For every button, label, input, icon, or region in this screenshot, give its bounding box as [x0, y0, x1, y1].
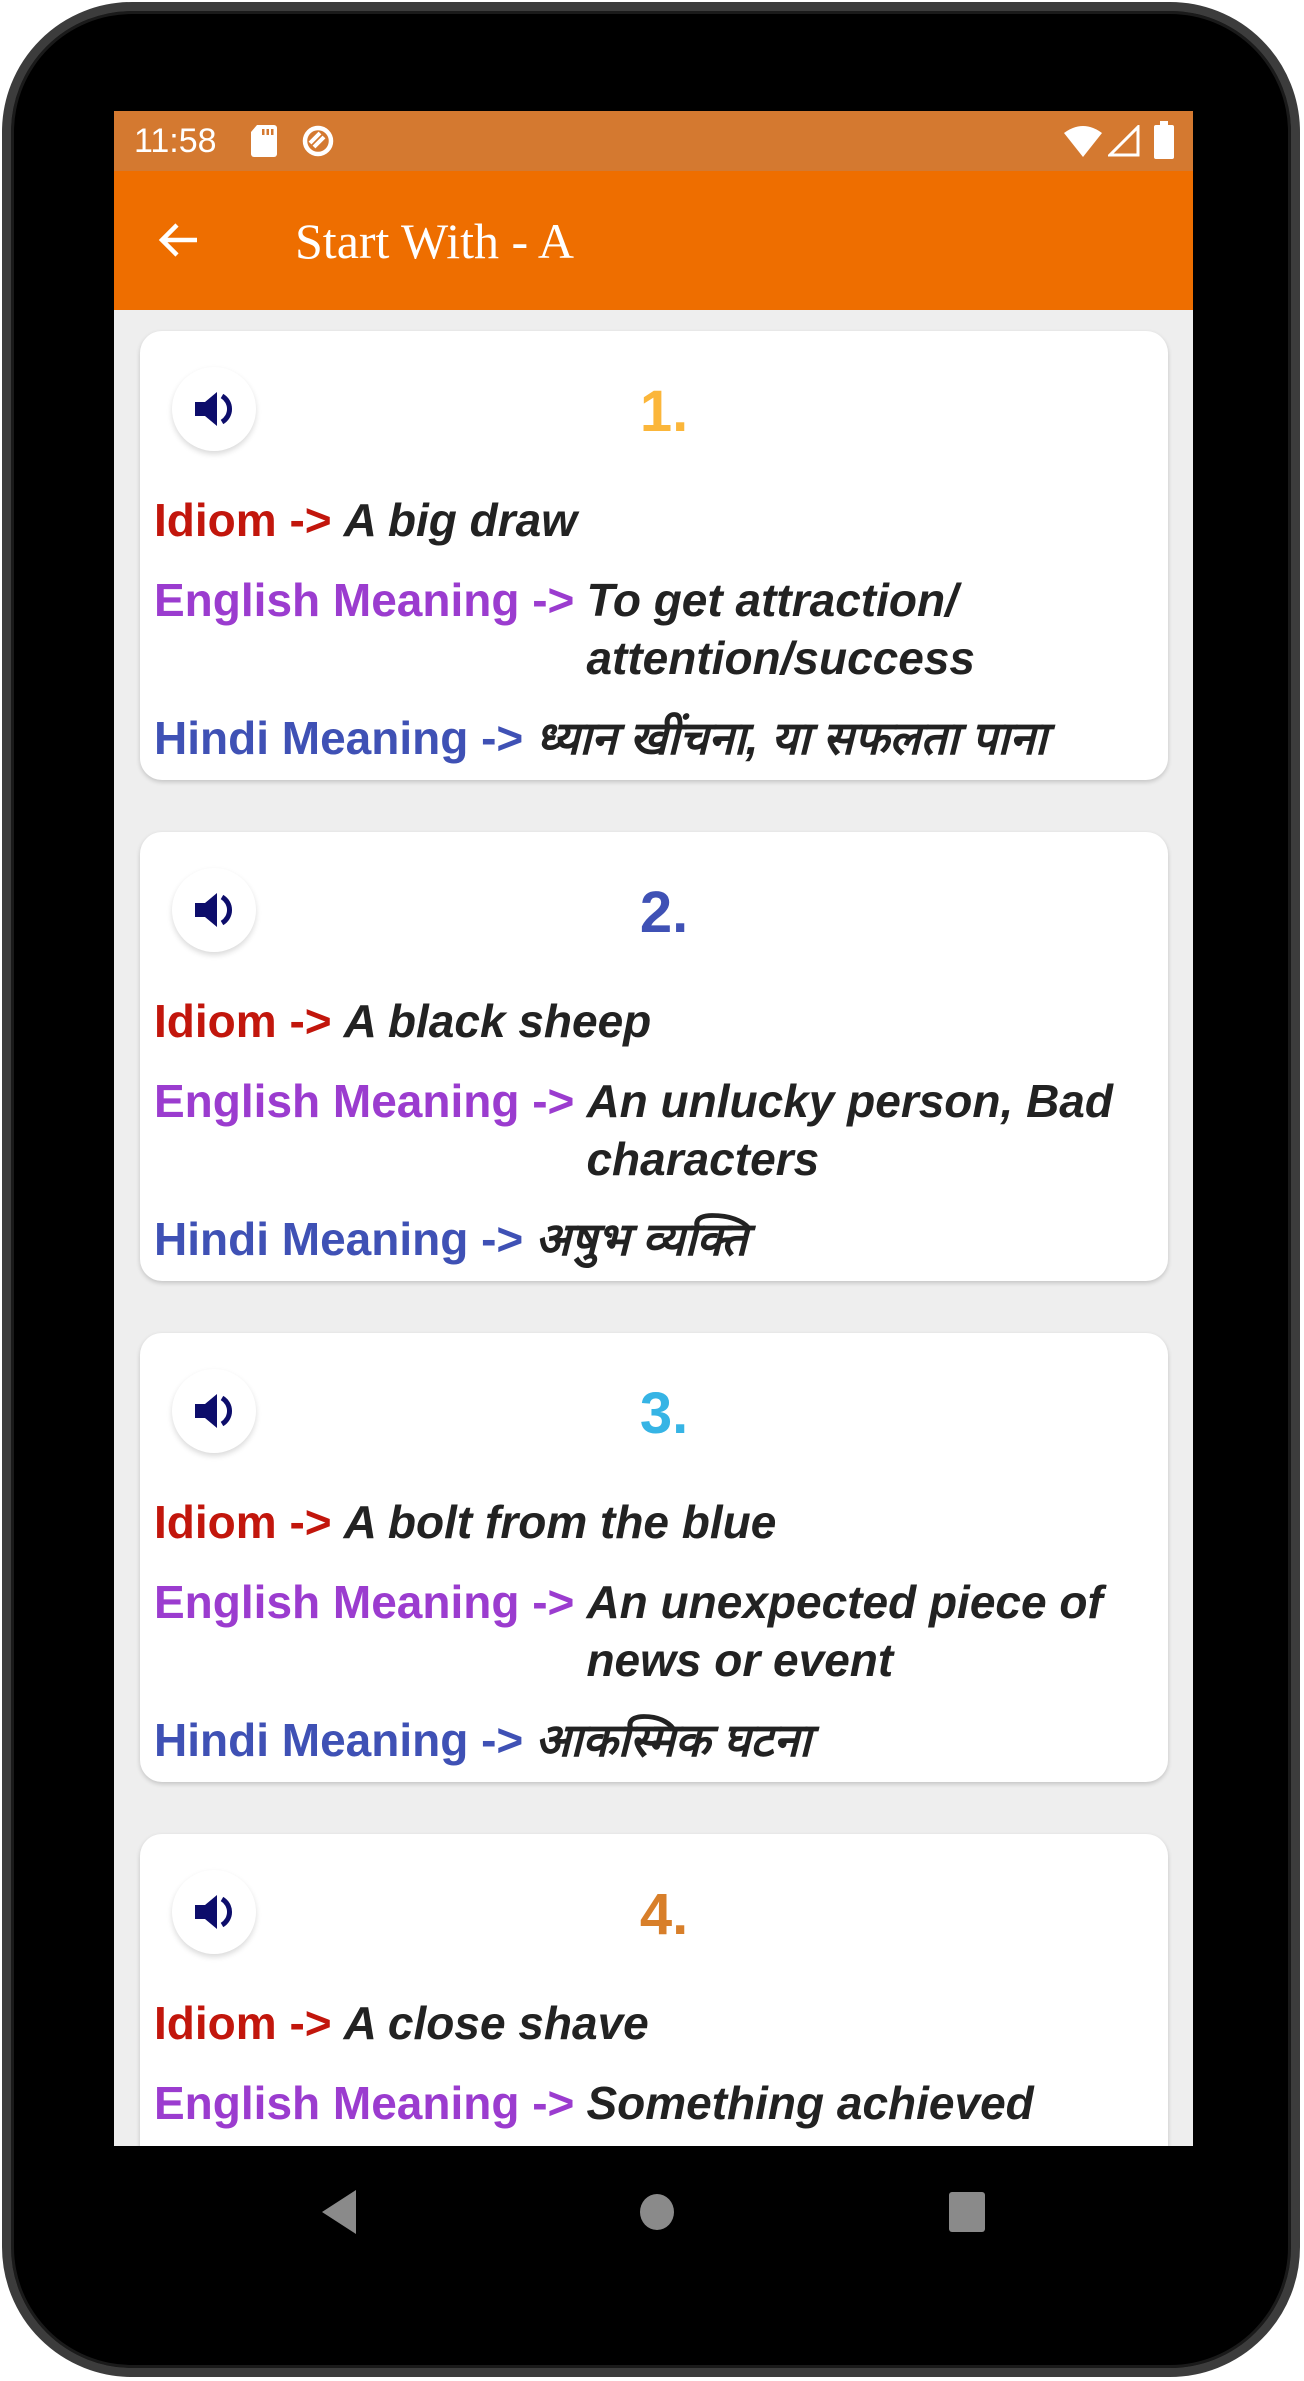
status-time: 11:58 — [134, 122, 217, 160]
hindi-meaning-text: अषुभ व्यक्ति — [535, 1213, 748, 1265]
idiom-number: 3. — [639, 1381, 689, 1446]
english-meaning-row: English Meaning -> Something achieved — [154, 2074, 1154, 2132]
nav-recents-button[interactable] — [947, 2190, 987, 2239]
idiom-row: Idiom -> A close shave — [154, 1994, 1154, 2052]
hindi-meaning-text: ध्यान खींचना, या सफलता पाना — [535, 712, 1047, 764]
nav-home-button[interactable] — [637, 2190, 677, 2239]
nav-home-icon — [640, 2194, 674, 2230]
nav-recents-icon — [949, 2192, 985, 2232]
battery-icon — [1154, 121, 1174, 164]
idiom-number: 2. — [639, 880, 689, 945]
english-meaning-label: English Meaning -> — [154, 2077, 575, 2129]
english-meaning-text: An unexpected piece of news or event — [586, 1576, 1103, 1686]
english-meaning-label: English Meaning -> — [154, 574, 575, 626]
english-meaning-label: English Meaning -> — [154, 1576, 575, 1628]
idiom-label: Idiom -> — [154, 1496, 332, 1548]
hindi-meaning-label: Hindi Meaning -> — [154, 1213, 524, 1265]
app-screen: 11:58 Start With - A 1. Idiom -> A big d… — [114, 111, 1193, 2146]
idiom-text: A close shave — [343, 1997, 649, 2049]
english-meaning-text: To get attraction/ attention/success — [586, 574, 976, 684]
idiom-number: 4. — [639, 1882, 689, 1947]
idiom-number: 1. — [639, 379, 689, 444]
idiom-card: 2. Idiom -> A black sheep English Meaning… — [140, 832, 1168, 1281]
english-meaning-row: English Meaning -> To get attraction/ att… — [154, 571, 1154, 687]
hindi-meaning-label: Hindi Meaning -> — [154, 712, 524, 764]
page-title: Start With - A — [295, 213, 575, 269]
idiom-card: 1. Idiom -> A big draw English Meaning ->… — [140, 331, 1168, 780]
idiom-label: Idiom -> — [154, 995, 332, 1047]
sd-card-icon — [251, 125, 277, 162]
nav-back-button[interactable] — [322, 2190, 358, 2239]
idiom-row: Idiom -> A bolt from the blue — [154, 1493, 1154, 1551]
idiom-text: A bolt from the blue — [343, 1496, 777, 1548]
arrow-back-icon — [158, 223, 197, 257]
idiom-card: 3. Idiom -> A bolt from the blue English … — [140, 1333, 1168, 1782]
hindi-meaning-text: आकस्मिक घटना — [535, 1714, 811, 1766]
hindi-meaning-row: Hindi Meaning -> आकस्मिक घटना — [154, 1711, 1154, 1769]
english-meaning-row: English Meaning -> An unlucky person, Bad… — [154, 1072, 1154, 1188]
data-saver-icon — [300, 123, 336, 164]
idiom-label: Idiom -> — [154, 1997, 332, 2049]
idiom-label: Idiom -> — [154, 494, 332, 546]
system-nav-bar — [114, 2146, 1193, 2276]
idiom-text: A big draw — [343, 494, 578, 546]
wifi-icon — [1064, 125, 1102, 162]
english-meaning-row: English Meaning -> An unexpected piece of… — [154, 1573, 1154, 1689]
english-meaning-text: An unlucky person, Bad characters — [586, 1075, 1113, 1185]
idiom-card: 4. Idiom -> A close shave English Meaning… — [140, 1834, 1168, 2146]
hindi-meaning-label: Hindi Meaning -> — [154, 1714, 524, 1766]
back-button[interactable] — [144, 205, 214, 275]
idiom-text: A black sheep — [343, 995, 652, 1047]
english-meaning-label: English Meaning -> — [154, 1075, 575, 1127]
hindi-meaning-row: Hindi Meaning -> अषुभ व्यक्ति — [154, 1210, 1154, 1268]
idiom-row: Idiom -> A big draw — [154, 491, 1154, 549]
app-toolbar: Start With - A — [114, 171, 1193, 310]
signal-icon — [1106, 123, 1140, 162]
nav-back-icon — [322, 2190, 356, 2234]
english-meaning-text: Something achieved — [586, 2077, 1034, 2129]
hindi-meaning-row: Hindi Meaning -> ध्यान खींचना, या सफलता प… — [154, 709, 1154, 767]
status-bar: 11:58 — [114, 111, 1193, 171]
idiom-row: Idiom -> A black sheep — [154, 992, 1154, 1050]
